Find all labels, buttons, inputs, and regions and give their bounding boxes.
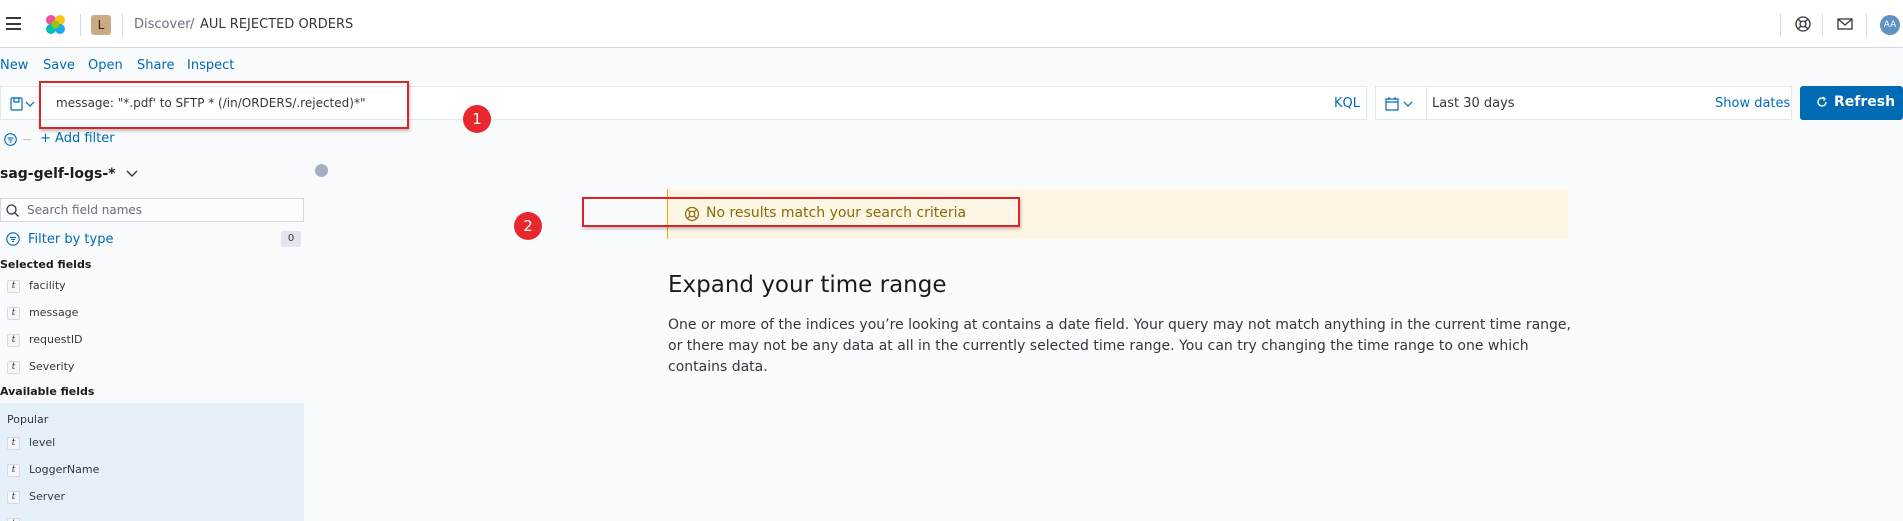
field-search-input[interactable] — [27, 201, 297, 219]
expand-time-range-description: One or more of the indices you’re lookin… — [668, 317, 1571, 375]
kql-toggle-button[interactable]: KQL — [1334, 96, 1360, 111]
field-item[interactable]: t facility — [0, 276, 304, 296]
string-type-icon: t — [7, 334, 20, 347]
string-type-icon: t — [7, 361, 20, 374]
filter-options-icon[interactable] — [4, 133, 17, 146]
saved-query-button[interactable] — [6, 96, 38, 112]
breadcrumb-current: AUL REJECTED ORDERS — [200, 17, 354, 32]
popular-label: Popular — [7, 413, 49, 426]
space-avatar[interactable]: L — [91, 15, 111, 35]
search-icon — [6, 204, 19, 220]
field-name: Server — [29, 490, 66, 503]
field-name: message — [29, 306, 79, 319]
newsfeed-mail-icon[interactable] — [1836, 15, 1854, 33]
field-item[interactable]: t Severity — [0, 357, 304, 377]
annotation-marker-1: 1 — [463, 105, 491, 133]
user-avatar[interactable]: AA — [1880, 15, 1900, 35]
annotation-box-no-results — [582, 197, 1020, 227]
inspect-link[interactable]: Inspect — [187, 58, 234, 73]
field-item[interactable]: t — [0, 514, 304, 521]
filter-type-icon[interactable] — [6, 232, 20, 249]
help-icon[interactable] — [1794, 15, 1812, 33]
string-type-icon: t — [7, 437, 20, 450]
field-name: level — [29, 436, 56, 449]
field-name: facility — [29, 279, 66, 292]
field-item[interactable]: t level — [0, 433, 304, 453]
global-header: L Discover / AUL REJECTED ORDERS AA — [0, 0, 1903, 48]
index-pattern-selector[interactable]: sag-gelf-logs-* — [0, 166, 138, 182]
expand-time-range-title: Expand your time range — [668, 272, 947, 298]
date-range-value[interactable]: Last 30 days — [1432, 96, 1515, 111]
string-type-icon: t — [7, 280, 20, 293]
new-link[interactable]: New — [0, 58, 28, 73]
field-name: LoggerName — [29, 463, 100, 476]
field-search-box — [0, 198, 304, 222]
refresh-button[interactable]: Refresh — [1800, 86, 1903, 120]
field-name: requestID — [29, 333, 83, 346]
header-divider — [1822, 14, 1823, 36]
filter-by-type-button[interactable]: Filter by type — [28, 232, 113, 247]
index-pattern-name: sag-gelf-logs-* — [0, 166, 116, 182]
collapse-sidebar-icon[interactable] — [315, 164, 328, 177]
chevron-down-icon — [126, 166, 138, 182]
save-link[interactable]: Save — [43, 58, 75, 73]
string-type-icon: t — [7, 464, 20, 477]
header-divider — [122, 14, 123, 36]
kibana-logo-icon[interactable] — [44, 14, 68, 36]
date-divider — [1426, 87, 1427, 119]
popular-fields-section: Popular t level t LoggerName t Server t — [0, 403, 304, 521]
calendar-icon[interactable] — [1384, 96, 1418, 112]
breadcrumb-discover[interactable]: Discover — [134, 17, 191, 32]
menu-icon[interactable] — [6, 17, 21, 30]
field-item[interactable]: t Server — [0, 487, 304, 507]
refresh-icon — [1816, 96, 1828, 112]
string-type-icon: t — [7, 491, 20, 504]
header-divider — [1866, 14, 1867, 36]
field-name: Severity — [29, 360, 75, 373]
available-fields-title: Available fields — [0, 385, 95, 398]
string-type-icon: t — [7, 307, 20, 320]
field-item[interactable]: t requestID — [0, 330, 304, 350]
open-link[interactable]: Open — [88, 58, 123, 73]
annotation-marker-2: 2 — [514, 212, 542, 240]
filter-divider — [23, 139, 31, 140]
header-divider — [1780, 14, 1781, 36]
refresh-label: Refresh — [1834, 94, 1896, 110]
add-filter-button[interactable]: + Add filter — [40, 131, 115, 146]
filter-count-badge: 0 — [281, 231, 301, 247]
header-divider — [80, 14, 81, 36]
field-item[interactable]: t LoggerName — [0, 460, 304, 480]
breadcrumb-separator: / — [190, 17, 195, 32]
date-picker: Last 30 days Show dates — [1375, 86, 1792, 120]
field-item[interactable]: t message — [0, 303, 304, 323]
show-dates-link[interactable]: Show dates — [1715, 96, 1790, 111]
selected-fields-title: Selected fields — [0, 258, 92, 271]
annotation-box-query — [39, 81, 409, 129]
share-link[interactable]: Share — [137, 58, 175, 73]
